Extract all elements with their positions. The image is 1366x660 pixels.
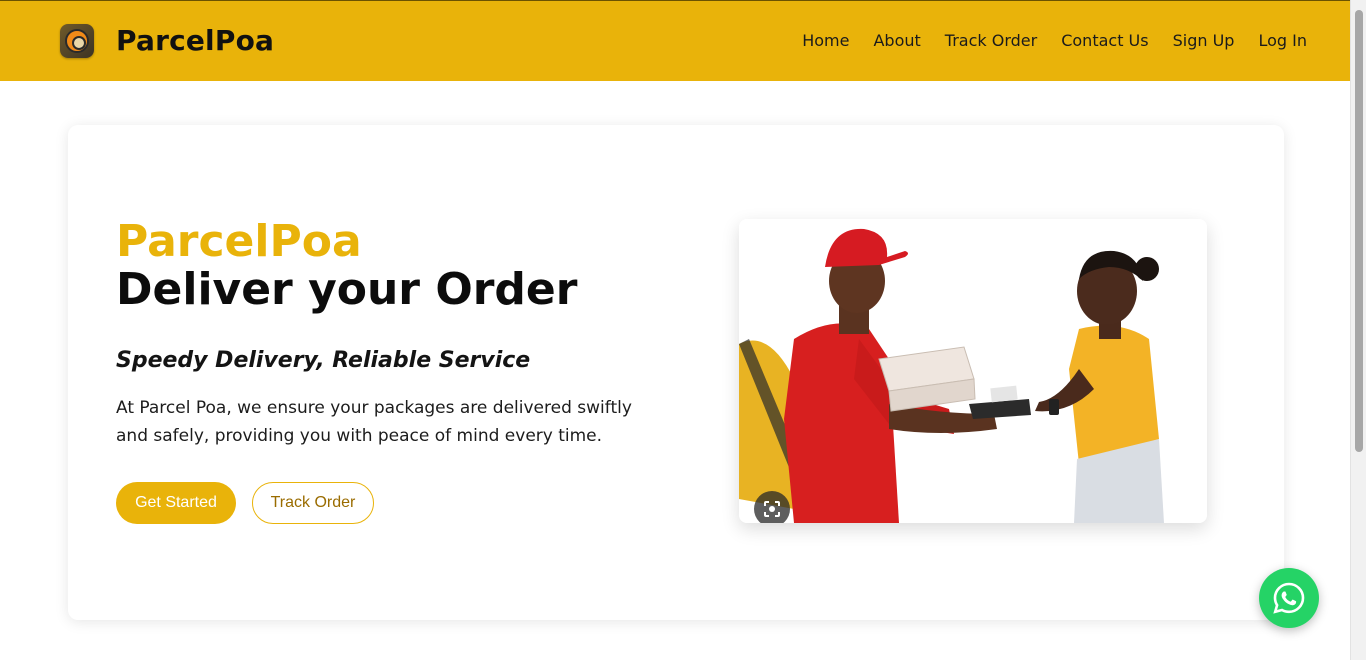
hero-headline: Deliver your Order [116, 264, 578, 315]
top-navbar: ParcelPoa Home About Track Order Contact… [0, 0, 1350, 81]
scrollbar-thumb[interactable] [1355, 10, 1363, 452]
hero-tagline: Speedy Delivery, Reliable Service [116, 348, 531, 373]
brand-name: ParcelPoa [116, 24, 275, 57]
nav-contact-us[interactable]: Contact Us [1061, 31, 1148, 51]
nav-about[interactable]: About [873, 31, 920, 51]
hero-delivery-image [739, 219, 1207, 523]
hero-brand-title: ParcelPoa [116, 216, 362, 267]
whatsapp-chat-button[interactable] [1259, 568, 1319, 628]
nav-home[interactable]: Home [802, 31, 849, 51]
track-order-button[interactable]: Track Order [252, 482, 374, 524]
main-nav: Home About Track Order Contact Us Sign U… [802, 31, 1307, 51]
hero-description: At Parcel Poa, we ensure your packages a… [116, 398, 632, 446]
nav-track-order[interactable]: Track Order [945, 31, 1037, 51]
nav-sign-up[interactable]: Sign Up [1173, 31, 1235, 51]
get-started-button[interactable]: Get Started [116, 482, 236, 524]
nav-log-in[interactable]: Log In [1258, 31, 1307, 51]
delivery-illustration [739, 219, 1207, 523]
whatsapp-icon [1273, 582, 1305, 614]
page-scrollbar[interactable] [1350, 0, 1366, 660]
lens-icon[interactable] [754, 491, 790, 523]
parcelpoa-logo-icon [60, 24, 94, 58]
brand[interactable]: ParcelPoa [60, 23, 274, 59]
